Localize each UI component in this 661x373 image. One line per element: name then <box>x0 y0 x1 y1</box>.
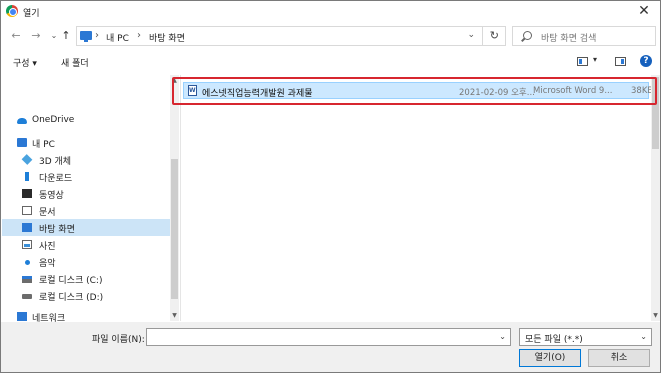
breadcrumb-my-pc[interactable]: 내 PC <box>106 31 129 44</box>
sidebar-item-label: 음악 <box>39 259 56 269</box>
filetype-value: 모든 파일 (*.*) <box>525 335 583 345</box>
navigation-pane: OneDrive 내 PC 3D 개체 다운로드 동영상 문서 바탕 화면 사진… <box>2 75 179 324</box>
help-icon[interactable]: ? <box>640 55 652 67</box>
toolbar: 구성 ▾ 새 폴더 ▾ ? <box>1 51 660 73</box>
filetype-select[interactable]: 모든 파일 (*.*) ⌄ <box>519 328 652 346</box>
address-dropdown-icon[interactable]: ⌄ <box>467 30 475 40</box>
chrome-icon <box>6 5 18 17</box>
sidebar-item-my-pc[interactable]: 내 PC <box>2 134 170 151</box>
window-title: 열기 <box>23 9 40 19</box>
music-icon <box>25 260 30 265</box>
filetype-dropdown-icon[interactable]: ⌄ <box>640 332 647 341</box>
sidebar-item-music[interactable]: 음악 <box>2 253 170 270</box>
search-placeholder: 바탕 화면 검색 <box>541 34 597 44</box>
word-doc-icon <box>188 85 197 96</box>
sidebar-item-label: 다운로드 <box>39 174 73 184</box>
document-icon <box>22 206 32 215</box>
download-icon <box>25 172 29 181</box>
dialog-footer: 파일 이름(N): ⌄ 모든 파일 (*.*) ⌄ 열기(O) 취소 <box>1 322 660 372</box>
file-list-scrollbar[interactable]: ▲ ▼ <box>651 75 660 321</box>
view-options-icon[interactable] <box>577 57 588 66</box>
sidebar-scroll-thumb[interactable] <box>171 159 178 299</box>
search-box[interactable]: 바탕 화면 검색 <box>512 26 656 46</box>
filename-dropdown-icon[interactable]: ⌄ <box>499 332 506 341</box>
address-bar[interactable]: › 내 PC › 바탕 화면 ⌄ ↻ <box>76 26 506 46</box>
sidebar-item-label: 문서 <box>39 208 56 218</box>
view-dropdown-icon[interactable]: ▾ <box>593 55 597 64</box>
sidebar-item-label: 동영상 <box>39 191 64 201</box>
cloud-icon <box>17 118 27 124</box>
title-bar: 열기 ✕ <box>1 1 660 23</box>
breadcrumb-separator: › <box>137 30 141 41</box>
address-divider <box>482 27 483 45</box>
video-icon <box>22 189 32 198</box>
system-drive-icon <box>22 276 32 283</box>
picture-icon <box>22 240 32 249</box>
back-arrow-icon[interactable]: ← <box>9 29 23 43</box>
sidebar-item-onedrive[interactable]: OneDrive <box>2 112 170 129</box>
refresh-icon[interactable]: ↻ <box>490 29 499 42</box>
sidebar-item-label: OneDrive <box>32 115 75 125</box>
open-button[interactable]: 열기(O) <box>519 349 581 367</box>
file-name: 에스넷직업능력개발원 과제물 <box>202 89 313 99</box>
sidebar-item-drive-d[interactable]: 로컬 디스크 (D:) <box>2 287 170 304</box>
pc-icon <box>80 31 92 42</box>
sidebar-item-label: 내 PC <box>32 140 55 150</box>
file-list: 에스넷직업능력개발원 과제물 2021-02-09 오후... Microsof… <box>180 75 660 321</box>
filename-label: 파일 이름(N): <box>92 335 145 345</box>
cube-icon <box>21 154 33 165</box>
sidebar-item-videos[interactable]: 동영상 <box>2 185 170 202</box>
close-button[interactable]: ✕ <box>636 3 652 19</box>
sidebar-item-label: 사진 <box>39 242 56 252</box>
sidebar-item-label: 로컬 디스크 (D:) <box>39 293 104 303</box>
sidebar-item-pictures[interactable]: 사진 <box>2 236 170 253</box>
sidebar-item-drive-c[interactable]: 로컬 디스크 (C:) <box>2 270 170 287</box>
sidebar-item-label: 바탕 화면 <box>39 225 75 235</box>
organize-button[interactable]: 구성 ▾ <box>13 56 37 69</box>
up-arrow-icon[interactable]: ↑ <box>59 29 73 43</box>
file-date: 2021-02-09 오후... <box>459 88 535 98</box>
network-icon <box>17 312 27 321</box>
file-list-scroll-thumb[interactable] <box>652 77 659 149</box>
search-icon <box>523 31 532 40</box>
open-file-dialog: 열기 ✕ ← → ⌄ ↑ › 내 PC › 바탕 화면 ⌄ ↻ 바탕 화면 검색… <box>0 0 661 373</box>
sidebar-item-3d-objects[interactable]: 3D 개체 <box>2 151 170 168</box>
breadcrumb-separator: › <box>95 30 99 41</box>
cancel-button[interactable]: 취소 <box>588 349 650 367</box>
file-row[interactable]: 에스넷직업능력개발원 과제물 2021-02-09 오후... Microsof… <box>183 82 653 99</box>
scroll-up-icon[interactable]: ▲ <box>170 77 179 84</box>
filename-input[interactable]: ⌄ <box>146 328 511 346</box>
sidebar-scrollbar[interactable]: ▲ ▼ <box>170 75 179 321</box>
preview-pane-icon[interactable] <box>615 57 626 66</box>
sidebar-item-downloads[interactable]: 다운로드 <box>2 168 170 185</box>
sidebar-item-desktop[interactable]: 바탕 화면 <box>2 219 170 236</box>
sidebar-item-label: 3D 개체 <box>39 157 72 167</box>
scroll-down-icon[interactable]: ▼ <box>170 312 179 319</box>
new-folder-button[interactable]: 새 폴더 <box>61 56 89 69</box>
drive-icon <box>22 294 32 299</box>
file-size: 38KB <box>631 86 654 96</box>
pc-icon <box>17 138 27 147</box>
breadcrumb-desktop[interactable]: 바탕 화면 <box>149 31 185 44</box>
sidebar-item-documents[interactable]: 문서 <box>2 202 170 219</box>
desktop-icon <box>22 223 32 232</box>
scroll-down-icon[interactable]: ▼ <box>651 312 660 319</box>
file-type: Microsoft Word 9... <box>533 86 613 96</box>
forward-arrow-icon[interactable]: → <box>29 29 43 43</box>
sidebar-item-label: 로컬 디스크 (C:) <box>39 276 103 286</box>
